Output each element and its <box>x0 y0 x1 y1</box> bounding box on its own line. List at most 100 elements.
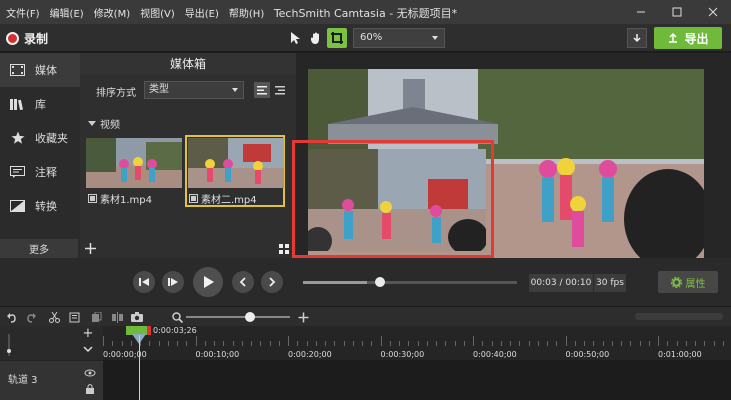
grid-view-button[interactable] <box>276 241 292 257</box>
lock-icon[interactable] <box>84 383 96 395</box>
section-label: 视频 <box>100 120 120 131</box>
collapse-tracks-button[interactable] <box>82 344 94 354</box>
zoom-out-button[interactable] <box>170 310 184 324</box>
split-button[interactable] <box>110 310 124 324</box>
window-controls <box>623 0 731 24</box>
star-icon <box>10 131 25 145</box>
snapshot-button[interactable] <box>130 310 144 324</box>
list-view-button[interactable] <box>254 82 270 98</box>
grid-icon <box>279 244 289 254</box>
magnifier-icon <box>171 311 183 323</box>
redo-button[interactable] <box>24 310 38 324</box>
minimize-button[interactable] <box>623 0 659 24</box>
pan-tool-button[interactable] <box>306 28 326 48</box>
timeline-zoom-slider[interactable] <box>186 316 290 318</box>
ruler-tick-mark <box>621 341 622 346</box>
nav-item-library[interactable]: 库 <box>0 87 80 121</box>
next-clip-button[interactable] <box>261 271 283 293</box>
media-item-label-row: 素材1.mp4 <box>88 191 152 206</box>
timeline-horizontal-scrollbar[interactable] <box>635 313 723 320</box>
copy-button[interactable] <box>67 310 81 324</box>
timeline-zoom-handle[interactable] <box>245 312 255 322</box>
ruler-tick-mark <box>574 341 576 346</box>
fps-display[interactable]: 30 fps <box>594 274 626 292</box>
zoom-in-button[interactable] <box>296 310 310 324</box>
menu-view[interactable]: 视图(V) <box>140 5 175 20</box>
more-button[interactable]: 更多 <box>0 239 78 258</box>
chevron-down-icon <box>432 36 438 40</box>
ruler-tick-mark <box>426 341 428 346</box>
ruler-tick-mark <box>463 341 465 346</box>
ruler-tick-mark <box>473 336 474 346</box>
ruler-tick-mark <box>704 341 706 346</box>
add-media-button[interactable] <box>80 239 100 258</box>
timeline-ruler[interactable]: 0:00:00;00 0:00:10;00 0:00:20;00 0:00:30;00… <box>103 326 731 360</box>
scrub-handle[interactable] <box>375 277 386 287</box>
paste-button[interactable] <box>89 310 103 324</box>
close-button[interactable] <box>695 0 731 24</box>
chevron-left-icon <box>239 277 246 287</box>
download-button[interactable] <box>627 28 647 48</box>
copy-icon <box>69 312 79 322</box>
ruler-tick-mark <box>371 341 373 346</box>
scrub-progress <box>303 281 368 284</box>
menu-help[interactable]: 帮助(H) <box>229 5 264 20</box>
maximize-button[interactable] <box>659 0 695 24</box>
ruler-tick-mark <box>352 341 354 346</box>
ruler-tick-mark <box>204 341 206 346</box>
nav-item-media[interactable]: 媒体 <box>0 53 80 87</box>
ruler-tick-mark <box>454 341 456 346</box>
ruler-tick-mark <box>195 336 197 346</box>
zoom-value: 60% <box>360 32 383 43</box>
play-button[interactable] <box>193 267 223 297</box>
crop-tool-button[interactable] <box>327 28 347 48</box>
nav-item-transitions[interactable]: 转换 <box>0 189 80 223</box>
sort-select[interactable]: 类型 <box>144 81 244 99</box>
zoom-select[interactable]: 60% <box>353 28 445 48</box>
ruler-tick-mark <box>380 336 382 346</box>
detail-view-button[interactable] <box>272 82 288 98</box>
media-item-selected[interactable]: 素材二.mp4 <box>185 135 285 207</box>
title-bar: 文件(F) 编辑(E) 修改(M) 视图(V) 导出(E) 帮助(H) Tech… <box>0 0 731 24</box>
select-tool-button[interactable] <box>285 28 305 48</box>
add-track-button[interactable]: + <box>82 327 94 340</box>
playhead-line <box>139 335 140 400</box>
properties-button[interactable]: 属性 <box>658 271 718 293</box>
nav-item-favorites[interactable]: 收藏夹 <box>0 121 80 155</box>
section-video-header[interactable]: 视频 <box>88 116 120 131</box>
detail-view-icon <box>275 85 285 94</box>
hand-icon <box>311 32 319 44</box>
canvas-area <box>292 53 731 259</box>
nav-label: 库 <box>35 98 46 111</box>
undo-icon <box>6 312 16 323</box>
record-button[interactable]: 录制 <box>6 29 48 47</box>
track-header[interactable]: 轨道 3 <box>0 360 103 400</box>
ruler-tick-mark <box>241 341 243 346</box>
ruler-tick-mark <box>556 341 558 346</box>
ruler-tick-mark <box>491 341 493 346</box>
track-lane[interactable] <box>103 360 731 400</box>
ruler-tick-mark <box>528 341 530 346</box>
menu-edit[interactable]: 编辑(E) <box>50 5 84 20</box>
transition-icon <box>10 200 25 213</box>
ruler-tick-label: 0:00:50;00 <box>565 350 610 359</box>
playhead-out-marker[interactable] <box>147 326 151 335</box>
menu-modify[interactable]: 修改(M) <box>94 5 130 20</box>
nav-item-annotations[interactable]: 注释 <box>0 155 80 189</box>
ruler-tick-mark <box>630 341 632 346</box>
eye-icon[interactable] <box>84 367 96 379</box>
previous-clip-button[interactable] <box>232 271 254 293</box>
ruler-tick-mark <box>343 341 345 346</box>
undo-button[interactable] <box>4 310 18 324</box>
ruler-tick-mark <box>648 341 650 346</box>
ruler-tick-mark <box>510 341 511 346</box>
menu-file[interactable]: 文件(F) <box>6 5 40 20</box>
next-frame-button[interactable] <box>162 271 184 293</box>
export-button[interactable]: 导出 <box>654 27 722 49</box>
ruler-tick-mark <box>214 341 215 346</box>
track-height-slider[interactable] <box>7 334 11 356</box>
previous-frame-button[interactable] <box>133 271 155 293</box>
menu-export[interactable]: 导出(E) <box>185 5 219 20</box>
cut-button[interactable] <box>47 310 61 324</box>
media-item[interactable]: 素材1.mp4 <box>86 138 182 206</box>
